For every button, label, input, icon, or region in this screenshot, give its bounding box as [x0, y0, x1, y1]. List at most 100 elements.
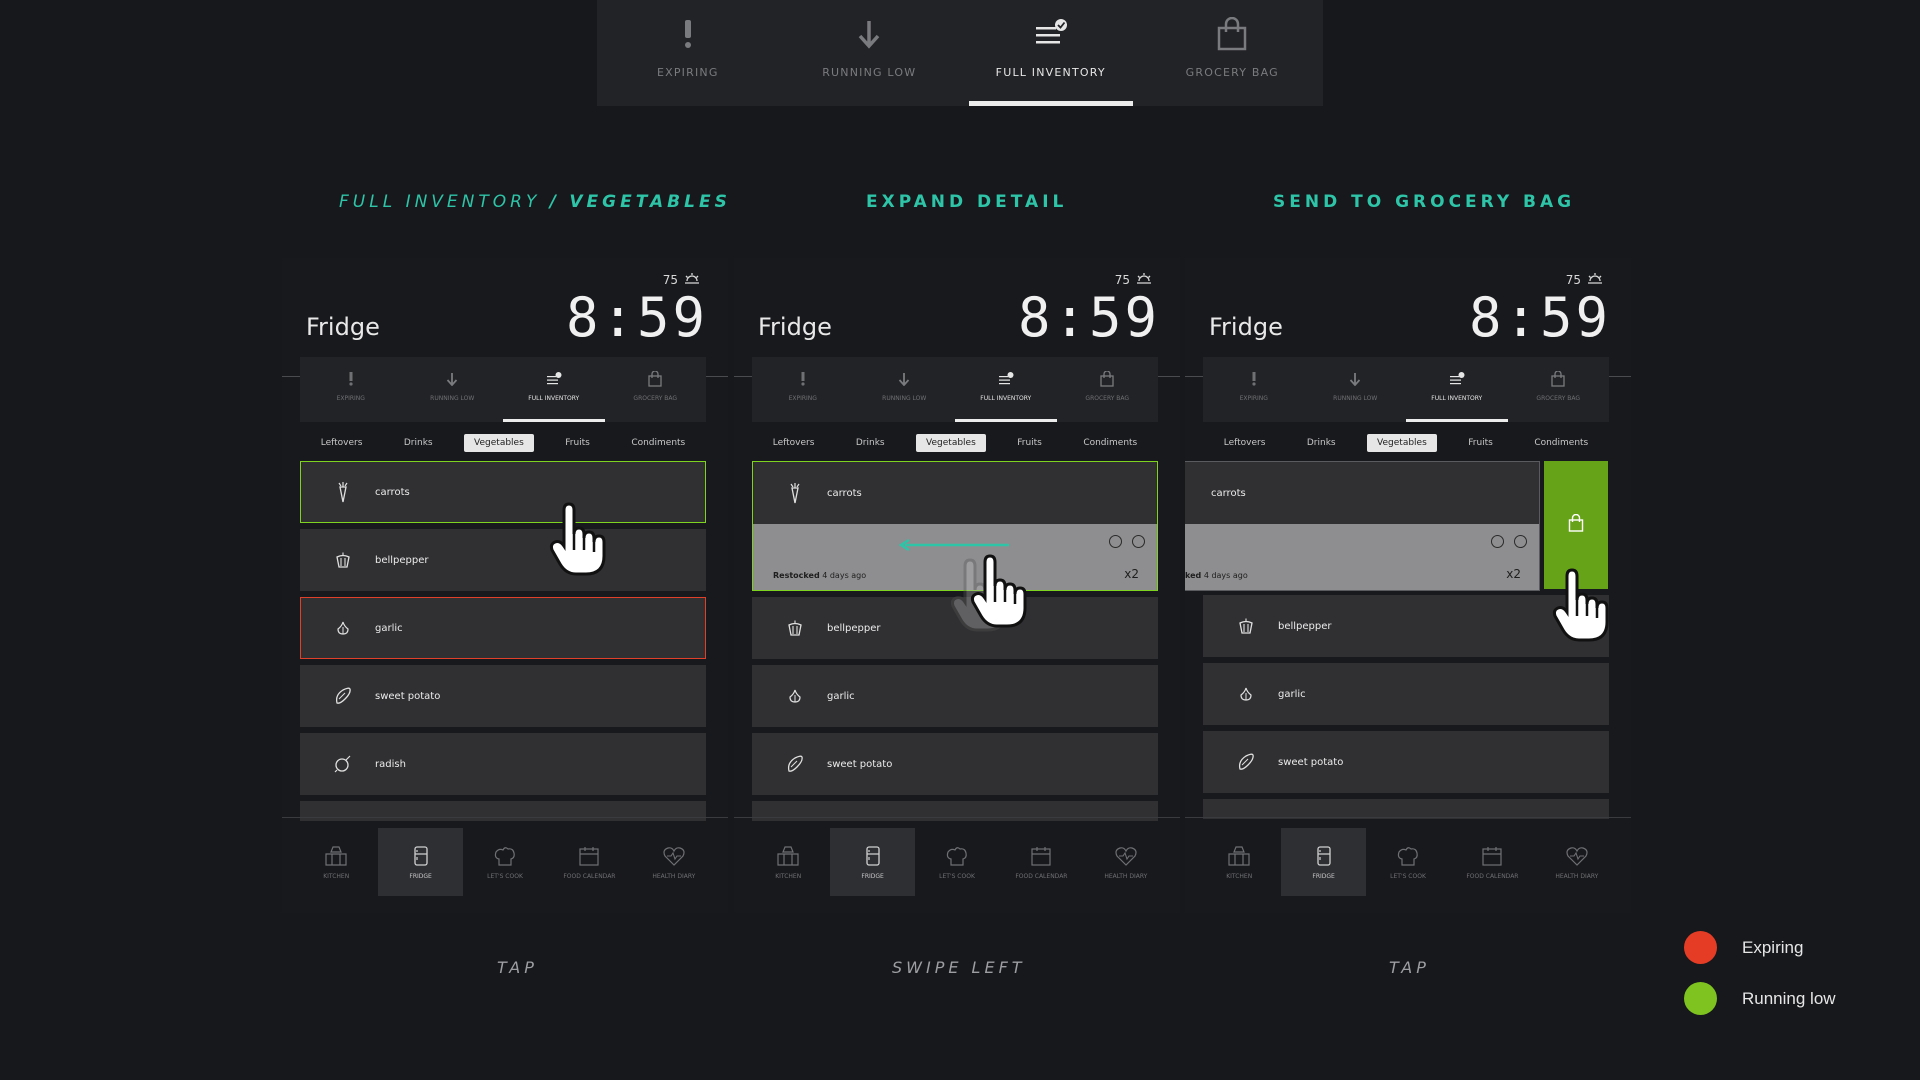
- swiped-item-carrots[interactable]: carrots ked 4 days ago x2: [1185, 461, 1540, 597]
- nav-lets-cook[interactable]: LET'S COOK: [915, 828, 999, 896]
- category-drinks[interactable]: Drinks: [1297, 434, 1346, 452]
- list-check-icon: [1447, 369, 1467, 389]
- screen-expand-detail: 75 Fridge 8:59 EXPIRING RUNNING LOW FULL…: [734, 258, 1180, 913]
- tab-grocery-bag[interactable]: GROCERY BAG: [1142, 0, 1324, 106]
- list-item-carrots[interactable]: carrots: [300, 461, 706, 523]
- category-fruits[interactable]: Fruits: [1458, 434, 1503, 452]
- tab-running-low[interactable]: RUNNING LOW: [402, 357, 504, 422]
- status-bar: 75: [663, 272, 700, 287]
- temperature: 75: [662, 272, 678, 287]
- gesture-caption-tap: TAP: [497, 958, 538, 977]
- item-name: bellpepper: [1278, 620, 1332, 632]
- shopping-bag-icon: [1212, 14, 1252, 54]
- sunrise-icon: [684, 272, 700, 287]
- tab-expiring[interactable]: EXPIRING: [597, 0, 779, 106]
- category-vegetables[interactable]: Vegetables: [464, 434, 534, 452]
- category-vegetables[interactable]: Vegetables: [1367, 434, 1437, 452]
- app-title: Fridge: [1209, 313, 1283, 341]
- tab-grocery-bag[interactable]: GROCERY BAG: [1057, 357, 1159, 422]
- restocked-label-partial: ked: [1185, 571, 1202, 580]
- category-fruits[interactable]: Fruits: [555, 434, 600, 452]
- nav-food-calendar[interactable]: FOOD CALENDAR: [999, 828, 1083, 896]
- category-leftovers[interactable]: Leftovers: [763, 434, 825, 452]
- tap-hand-icon: [548, 502, 612, 582]
- tab-expiring[interactable]: EXPIRING: [1203, 357, 1305, 422]
- list-check-icon: [1031, 14, 1071, 54]
- category-condiments[interactable]: Condiments: [1073, 434, 1147, 452]
- radish-icon: [333, 754, 353, 774]
- list-item-bellpepper[interactable]: bellpepper: [1203, 595, 1609, 657]
- list-item-sweet-potato[interactable]: sweet potato: [1203, 731, 1609, 793]
- shopping-bag-icon: [1548, 369, 1568, 389]
- list-item-sweet-potato[interactable]: sweet potato: [752, 733, 1158, 795]
- tab-label: RUNNING LOW: [1333, 395, 1378, 402]
- category-drinks[interactable]: Drinks: [846, 434, 895, 452]
- category-filter: Leftovers Drinks Vegetables Fruits Condi…: [300, 434, 706, 452]
- list-item-garlic[interactable]: garlic: [1203, 663, 1609, 725]
- expanded-item-carrots[interactable]: carrots ked 4 days ago x2: [1185, 461, 1540, 591]
- status-bar: 75: [1566, 272, 1603, 287]
- tab-running-low[interactable]: RUNNING LOW: [854, 357, 956, 422]
- list-item-carrots[interactable]: carrots: [1185, 462, 1539, 524]
- temperature: 75: [1114, 272, 1130, 287]
- category-drinks[interactable]: Drinks: [394, 434, 443, 452]
- inventory-tab-bar: EXPIRING RUNNING LOW FULL INVENTORY GROC…: [300, 357, 706, 422]
- nav-health-diary[interactable]: HEALTH DIARY: [632, 828, 716, 896]
- nav-kitchen[interactable]: KITCHEN: [294, 828, 378, 896]
- garlic-icon: [333, 618, 353, 638]
- tab-grocery-bag[interactable]: GROCERY BAG: [605, 357, 707, 422]
- garlic-icon: [1236, 684, 1256, 704]
- nav-health-diary[interactable]: HEALTH DIARY: [1535, 828, 1619, 896]
- category-condiments[interactable]: Condiments: [1524, 434, 1598, 452]
- category-fruits[interactable]: Fruits: [1007, 434, 1052, 452]
- tab-full-inventory[interactable]: FULL INVENTORY: [1406, 357, 1508, 422]
- list-item-radish[interactable]: radish: [300, 733, 706, 795]
- legend-item-running-low: Running low: [1684, 982, 1836, 1015]
- clock: 8:59: [1017, 286, 1160, 349]
- item-name: sweet potato: [375, 690, 441, 702]
- list-item-sweet-potato[interactable]: sweet potato: [300, 665, 706, 727]
- restocked-label: Restocked: [773, 571, 820, 580]
- nav-fridge[interactable]: FRIDGE: [830, 828, 915, 896]
- nav-label: KITCHEN: [323, 872, 350, 880]
- tab-full-inventory[interactable]: FULL INVENTORY: [955, 357, 1057, 422]
- tab-expiring[interactable]: EXPIRING: [752, 357, 854, 422]
- list-item-garlic[interactable]: garlic: [300, 597, 706, 659]
- nav-fridge[interactable]: FRIDGE: [378, 828, 463, 896]
- category-leftovers[interactable]: Leftovers: [311, 434, 373, 452]
- heart-pulse-icon: [663, 845, 685, 867]
- list-item-carrots[interactable]: carrots: [753, 462, 1157, 524]
- legend-label: Running low: [1742, 988, 1836, 1008]
- nav-food-calendar[interactable]: FOOD CALENDAR: [547, 828, 631, 896]
- item-name: carrots: [375, 486, 410, 498]
- tab-running-low[interactable]: RUNNING LOW: [779, 0, 961, 106]
- item-detail-panel[interactable]: ked 4 days ago x2: [1185, 524, 1539, 590]
- nav-food-calendar[interactable]: FOOD CALENDAR: [1450, 828, 1534, 896]
- nav-fridge[interactable]: FRIDGE: [1281, 828, 1366, 896]
- nav-health-diary[interactable]: HEALTH DIARY: [1084, 828, 1168, 896]
- nav-kitchen[interactable]: KITCHEN: [1197, 828, 1281, 896]
- category-vegetables[interactable]: Vegetables: [916, 434, 986, 452]
- sweet-potato-icon: [785, 754, 805, 774]
- gesture-caption-tap: TAP: [1389, 958, 1430, 977]
- item-name: carrots: [1211, 487, 1246, 499]
- category-leftovers[interactable]: Leftovers: [1214, 434, 1276, 452]
- nav-lets-cook[interactable]: LET'S COOK: [463, 828, 547, 896]
- nav-kitchen[interactable]: KITCHEN: [746, 828, 830, 896]
- restocked-time: 4 days ago: [1203, 571, 1248, 580]
- top-tab-bar: EXPIRING RUNNING LOW FULL INVENTORY GROC…: [597, 0, 1323, 106]
- nav-lets-cook[interactable]: LET'S COOK: [1366, 828, 1450, 896]
- list-item-garlic[interactable]: garlic: [752, 665, 1158, 727]
- tap-hand-icon: [1551, 568, 1615, 648]
- tab-label: EXPIRING: [1239, 395, 1268, 402]
- list-item-bellpepper[interactable]: bellpepper: [300, 529, 706, 591]
- restocked-info: Restocked 4 days ago: [773, 571, 866, 580]
- tab-full-inventory[interactable]: FULL INVENTORY: [960, 0, 1142, 106]
- tab-grocery-bag[interactable]: GROCERY BAG: [1508, 357, 1610, 422]
- category-condiments[interactable]: Condiments: [621, 434, 695, 452]
- heading-expand-detail: EXPAND DETAIL: [866, 192, 1068, 212]
- tab-expiring[interactable]: EXPIRING: [300, 357, 402, 422]
- swipe-hand-icon: [969, 554, 1033, 634]
- tab-running-low[interactable]: RUNNING LOW: [1305, 357, 1407, 422]
- tab-full-inventory[interactable]: FULL INVENTORY: [503, 357, 605, 422]
